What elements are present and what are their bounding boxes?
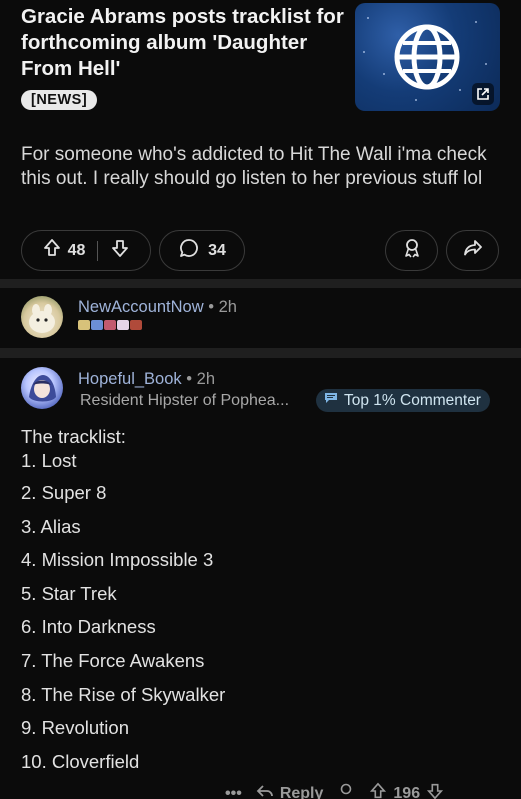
avatar[interactable] bbox=[21, 296, 63, 338]
globe-icon bbox=[393, 23, 461, 96]
post-body: For someone who's addicted to Hit The Wa… bbox=[21, 144, 487, 189]
comment-intro: The tracklist: bbox=[21, 426, 126, 447]
vote-count: 196 bbox=[393, 784, 421, 799]
upvote-icon[interactable] bbox=[42, 238, 62, 263]
comment-count: 34 bbox=[208, 241, 226, 259]
vote-controls: 196 bbox=[369, 782, 444, 799]
reply-icon bbox=[256, 784, 274, 799]
comment-bubble-icon bbox=[178, 237, 200, 264]
share-button[interactable] bbox=[446, 230, 499, 271]
post-title[interactable]: Gracie Abrams posts tracklist for forthc… bbox=[21, 4, 346, 82]
comment-author-line[interactable]: NewAccountNow • 2h bbox=[78, 298, 237, 317]
comment-time: 2h bbox=[218, 298, 237, 316]
comment-collapsed[interactable]: NewAccountNow • 2h bbox=[0, 288, 521, 348]
user-badges bbox=[78, 320, 142, 330]
comment-body: The tracklist: 1. Lost 2. Super 8 3. Ali… bbox=[21, 424, 501, 778]
username[interactable]: Hopeful_Book bbox=[78, 370, 182, 388]
downvote-icon[interactable] bbox=[110, 238, 130, 263]
comment-author-line[interactable]: Hopeful_Book • 2h bbox=[78, 370, 215, 389]
chat-bubble-icon bbox=[323, 391, 339, 410]
reply-label: Reply bbox=[279, 784, 324, 799]
upvote-count: 48 bbox=[67, 241, 86, 259]
username[interactable]: NewAccountNow bbox=[78, 298, 204, 316]
badge-label: Top 1% Commenter bbox=[344, 391, 481, 409]
downvote-icon[interactable] bbox=[426, 782, 444, 799]
track-item: 9. Revolution bbox=[21, 717, 129, 739]
upvote-icon[interactable] bbox=[369, 782, 387, 799]
avatar[interactable] bbox=[21, 367, 63, 409]
vote-pill: 48 bbox=[21, 230, 151, 271]
comment-time: 2h bbox=[196, 370, 215, 388]
comment: Hopeful_Book • 2h Resident Hipster of Po… bbox=[0, 358, 521, 799]
award-button[interactable] bbox=[385, 230, 438, 271]
top-commenter-badge[interactable]: Top 1% Commenter bbox=[316, 389, 490, 412]
track-item: 1. Lost bbox=[21, 450, 77, 471]
comment-actions: ••• Reply 196 bbox=[225, 782, 444, 799]
track-item: 2. Super 8 bbox=[21, 482, 107, 503]
track-item: 5. Star Trek bbox=[21, 582, 117, 604]
award-icon bbox=[401, 237, 423, 264]
track-item: 7. The Force Awakens bbox=[21, 649, 205, 671]
external-link-icon bbox=[472, 83, 494, 105]
track-item: 3. Alias bbox=[21, 515, 81, 537]
more-options-button[interactable]: ••• bbox=[225, 785, 242, 799]
comments-button[interactable]: 34 bbox=[159, 230, 245, 271]
share-icon bbox=[462, 237, 484, 264]
link-thumbnail[interactable] bbox=[355, 3, 500, 111]
track-item: 8. The Rise of Skywalker bbox=[21, 683, 226, 705]
post-card: Gracie Abrams posts tracklist for forthc… bbox=[0, 0, 521, 279]
section-divider bbox=[0, 348, 521, 358]
user-flair: Resident Hipster of Pophea... bbox=[80, 392, 290, 409]
track-item: 10. Cloverfield bbox=[21, 750, 140, 772]
section-divider bbox=[0, 279, 521, 288]
reply-button[interactable]: Reply bbox=[256, 784, 324, 799]
award-icon[interactable] bbox=[337, 782, 355, 799]
track-item: 4. Mission Impossible 3 bbox=[21, 549, 214, 571]
track-item: 6. Into Darkness bbox=[21, 616, 156, 638]
post-flair[interactable]: [NEWS] bbox=[21, 90, 98, 110]
